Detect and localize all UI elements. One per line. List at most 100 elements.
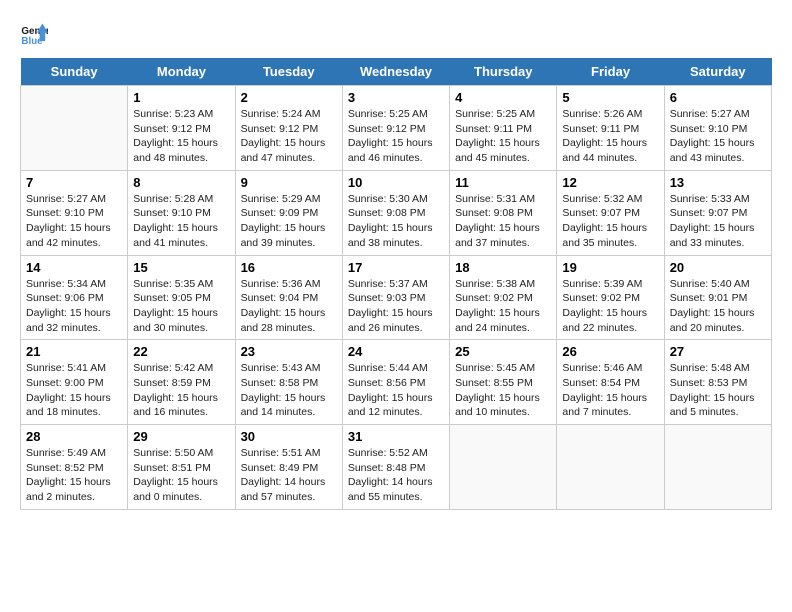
day-info: Sunrise: 5:40 AM Sunset: 9:01 PM Dayligh… xyxy=(670,277,766,336)
calendar-cell: 11 Sunrise: 5:31 AM Sunset: 9:08 PM Dayli… xyxy=(450,170,557,255)
day-info: Sunrise: 5:34 AM Sunset: 9:06 PM Dayligh… xyxy=(26,277,122,336)
day-number: 2 xyxy=(241,90,337,105)
calendar-cell: 15 Sunrise: 5:35 AM Sunset: 9:05 PM Dayli… xyxy=(128,255,235,340)
day-number: 11 xyxy=(455,175,551,190)
day-info: Sunrise: 5:38 AM Sunset: 9:02 PM Dayligh… xyxy=(455,277,551,336)
day-number: 22 xyxy=(133,344,229,359)
day-header-saturday: Saturday xyxy=(664,58,771,86)
calendar-cell: 14 Sunrise: 5:34 AM Sunset: 9:06 PM Dayli… xyxy=(21,255,128,340)
day-info: Sunrise: 5:50 AM Sunset: 8:51 PM Dayligh… xyxy=(133,446,229,505)
day-info: Sunrise: 5:27 AM Sunset: 9:10 PM Dayligh… xyxy=(670,107,766,166)
day-number: 12 xyxy=(562,175,658,190)
calendar-cell: 19 Sunrise: 5:39 AM Sunset: 9:02 PM Dayli… xyxy=(557,255,664,340)
day-number: 7 xyxy=(26,175,122,190)
day-header-thursday: Thursday xyxy=(450,58,557,86)
day-number: 25 xyxy=(455,344,551,359)
day-info: Sunrise: 5:51 AM Sunset: 8:49 PM Dayligh… xyxy=(241,446,337,505)
calendar-cell: 25 Sunrise: 5:45 AM Sunset: 8:55 PM Dayli… xyxy=(450,340,557,425)
calendar-cell: 9 Sunrise: 5:29 AM Sunset: 9:09 PM Daylig… xyxy=(235,170,342,255)
calendar-week-4: 21 Sunrise: 5:41 AM Sunset: 9:00 PM Dayli… xyxy=(21,340,772,425)
day-info: Sunrise: 5:48 AM Sunset: 8:53 PM Dayligh… xyxy=(670,361,766,420)
calendar-cell: 29 Sunrise: 5:50 AM Sunset: 8:51 PM Dayli… xyxy=(128,425,235,510)
day-info: Sunrise: 5:45 AM Sunset: 8:55 PM Dayligh… xyxy=(455,361,551,420)
day-info: Sunrise: 5:33 AM Sunset: 9:07 PM Dayligh… xyxy=(670,192,766,251)
day-info: Sunrise: 5:42 AM Sunset: 8:59 PM Dayligh… xyxy=(133,361,229,420)
day-info: Sunrise: 5:31 AM Sunset: 9:08 PM Dayligh… xyxy=(455,192,551,251)
day-number: 17 xyxy=(348,260,444,275)
day-info: Sunrise: 5:32 AM Sunset: 9:07 PM Dayligh… xyxy=(562,192,658,251)
calendar-cell xyxy=(664,425,771,510)
day-number: 30 xyxy=(241,429,337,444)
day-info: Sunrise: 5:44 AM Sunset: 8:56 PM Dayligh… xyxy=(348,361,444,420)
calendar-cell xyxy=(450,425,557,510)
calendar-cell: 30 Sunrise: 5:51 AM Sunset: 8:49 PM Dayli… xyxy=(235,425,342,510)
calendar-cell: 8Sunrise: 5:28 AM Sunset: 9:10 PM Daylig… xyxy=(128,170,235,255)
day-header-monday: Monday xyxy=(128,58,235,86)
day-number: 19 xyxy=(562,260,658,275)
calendar-cell: 4 Sunrise: 5:25 AM Sunset: 9:11 PM Daylig… xyxy=(450,86,557,171)
day-number: 24 xyxy=(348,344,444,359)
day-header-tuesday: Tuesday xyxy=(235,58,342,86)
day-number: 6 xyxy=(670,90,766,105)
day-info: Sunrise: 5:25 AM Sunset: 9:12 PM Dayligh… xyxy=(348,107,444,166)
calendar-cell: 27 Sunrise: 5:48 AM Sunset: 8:53 PM Dayli… xyxy=(664,340,771,425)
day-info: Sunrise: 5:30 AM Sunset: 9:08 PM Dayligh… xyxy=(348,192,444,251)
day-number: 23 xyxy=(241,344,337,359)
day-info: Sunrise: 5:26 AM Sunset: 9:11 PM Dayligh… xyxy=(562,107,658,166)
days-header-row: SundayMondayTuesdayWednesdayThursdayFrid… xyxy=(21,58,772,86)
day-number: 21 xyxy=(26,344,122,359)
day-header-friday: Friday xyxy=(557,58,664,86)
day-number: 27 xyxy=(670,344,766,359)
day-info: Sunrise: 5:43 AM Sunset: 8:58 PM Dayligh… xyxy=(241,361,337,420)
calendar-cell: 10 Sunrise: 5:30 AM Sunset: 9:08 PM Dayli… xyxy=(342,170,449,255)
day-info: Sunrise: 5:24 AM Sunset: 9:12 PM Dayligh… xyxy=(241,107,337,166)
day-number: 13 xyxy=(670,175,766,190)
logo: General Blue xyxy=(20,20,56,48)
day-number: 28 xyxy=(26,429,122,444)
day-number: 14 xyxy=(26,260,122,275)
calendar-week-1: 1 Sunrise: 5:23 AM Sunset: 9:12 PM Daylig… xyxy=(21,86,772,171)
calendar-cell: 21 Sunrise: 5:41 AM Sunset: 9:00 PM Dayli… xyxy=(21,340,128,425)
day-info: Sunrise: 5:27 AM Sunset: 9:10 PM Dayligh… xyxy=(26,192,122,251)
calendar-cell: 7 Sunrise: 5:27 AM Sunset: 9:10 PM Daylig… xyxy=(21,170,128,255)
calendar-cell: 16Sunrise: 5:36 AM Sunset: 9:04 PM Dayli… xyxy=(235,255,342,340)
calendar-cell: 12 Sunrise: 5:32 AM Sunset: 9:07 PM Dayli… xyxy=(557,170,664,255)
day-info: Sunrise: 5:23 AM Sunset: 9:12 PM Dayligh… xyxy=(133,107,229,166)
day-number: 9 xyxy=(241,175,337,190)
calendar-cell: 5 Sunrise: 5:26 AM Sunset: 9:11 PM Daylig… xyxy=(557,86,664,171)
day-number: 8 xyxy=(133,175,229,190)
calendar-cell xyxy=(557,425,664,510)
calendar-cell xyxy=(21,86,128,171)
calendar-week-2: 7 Sunrise: 5:27 AM Sunset: 9:10 PM Daylig… xyxy=(21,170,772,255)
day-info: Sunrise: 5:39 AM Sunset: 9:02 PM Dayligh… xyxy=(562,277,658,336)
day-number: 31 xyxy=(348,429,444,444)
page-header: General Blue xyxy=(20,20,772,48)
calendar-cell: 6 Sunrise: 5:27 AM Sunset: 9:10 PM Daylig… xyxy=(664,86,771,171)
day-info: Sunrise: 5:29 AM Sunset: 9:09 PM Dayligh… xyxy=(241,192,337,251)
day-number: 4 xyxy=(455,90,551,105)
day-info: Sunrise: 5:46 AM Sunset: 8:54 PM Dayligh… xyxy=(562,361,658,420)
calendar-cell: 23 Sunrise: 5:43 AM Sunset: 8:58 PM Dayli… xyxy=(235,340,342,425)
calendar-cell: 3 Sunrise: 5:25 AM Sunset: 9:12 PM Daylig… xyxy=(342,86,449,171)
day-info: Sunrise: 5:41 AM Sunset: 9:00 PM Dayligh… xyxy=(26,361,122,420)
day-number: 15 xyxy=(133,260,229,275)
day-number: 16 xyxy=(241,260,337,275)
calendar-cell: 26Sunrise: 5:46 AM Sunset: 8:54 PM Dayli… xyxy=(557,340,664,425)
day-info: Sunrise: 5:35 AM Sunset: 9:05 PM Dayligh… xyxy=(133,277,229,336)
day-info: Sunrise: 5:25 AM Sunset: 9:11 PM Dayligh… xyxy=(455,107,551,166)
calendar-body: 1 Sunrise: 5:23 AM Sunset: 9:12 PM Daylig… xyxy=(21,86,772,510)
calendar-cell: 31Sunrise: 5:52 AM Sunset: 8:48 PM Dayli… xyxy=(342,425,449,510)
day-number: 3 xyxy=(348,90,444,105)
day-number: 18 xyxy=(455,260,551,275)
day-number: 5 xyxy=(562,90,658,105)
calendar-week-5: 28 Sunrise: 5:49 AM Sunset: 8:52 PM Dayli… xyxy=(21,425,772,510)
day-number: 10 xyxy=(348,175,444,190)
calendar-cell: 18 Sunrise: 5:38 AM Sunset: 9:02 PM Dayli… xyxy=(450,255,557,340)
calendar-cell: 17Sunrise: 5:37 AM Sunset: 9:03 PM Dayli… xyxy=(342,255,449,340)
calendar-cell: 1 Sunrise: 5:23 AM Sunset: 9:12 PM Daylig… xyxy=(128,86,235,171)
day-number: 1 xyxy=(133,90,229,105)
day-info: Sunrise: 5:49 AM Sunset: 8:52 PM Dayligh… xyxy=(26,446,122,505)
day-header-sunday: Sunday xyxy=(21,58,128,86)
calendar-cell: 22 Sunrise: 5:42 AM Sunset: 8:59 PM Dayli… xyxy=(128,340,235,425)
day-number: 29 xyxy=(133,429,229,444)
